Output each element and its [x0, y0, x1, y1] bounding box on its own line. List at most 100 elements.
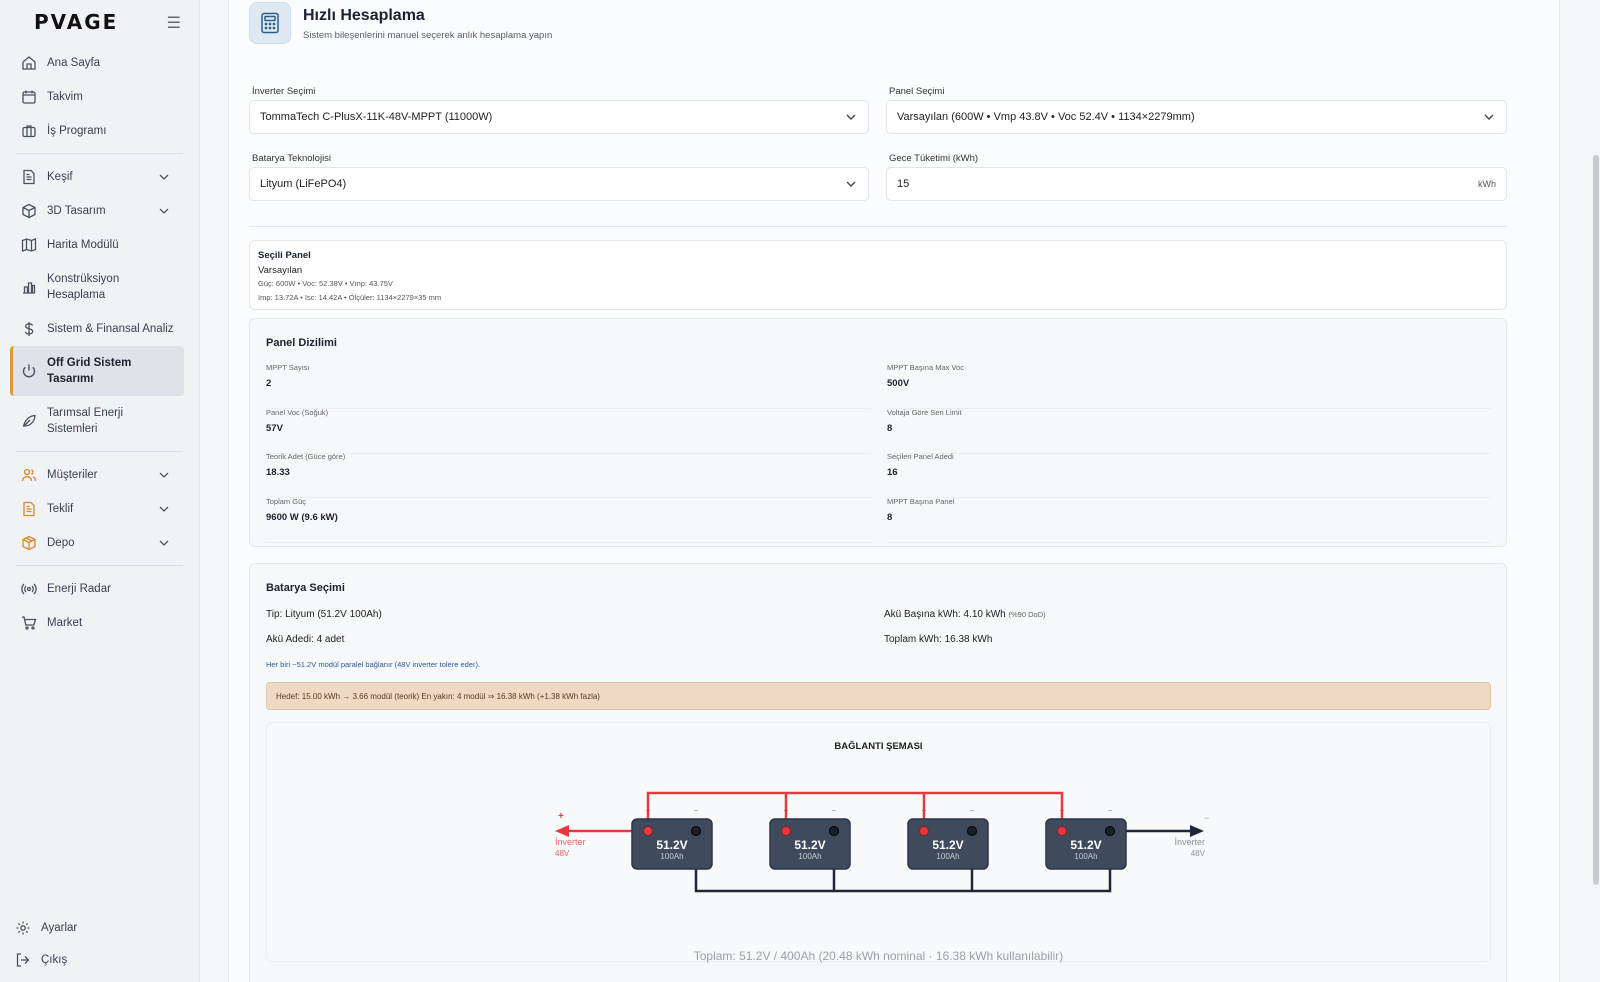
positive-terminal	[781, 826, 791, 836]
kv-value: 8	[887, 512, 893, 523]
selected-panel-title: Seçili Panel	[258, 250, 311, 261]
sidebar-item-market[interactable]: Market	[0, 606, 199, 640]
sidebar-item-agricultural-energy[interactable]: Tarımsal Enerji Sistemleri	[0, 396, 199, 446]
battery-total-kwh: Toplam kWh: 16.38 kWh	[884, 634, 992, 645]
sidebar-item-construction[interactable]: Konstrüksiyon Hesaplama	[0, 262, 199, 312]
kv-max-voc: MPPT Başına Max Voc 500V	[887, 363, 1492, 409]
page-title: Hızlı Hesaplama	[303, 7, 425, 24]
kv-value: 57V	[266, 423, 283, 434]
briefcase-icon	[20, 122, 38, 140]
dollar-icon	[20, 320, 38, 338]
sidebar-item-energy-radar[interactable]: Enerji Radar	[0, 572, 199, 606]
sidebar-item-label: Takvim	[47, 91, 83, 103]
kv-series-limit: Voltaja Göre Seri Limit 8	[887, 408, 1492, 454]
battery-type-value: Lityum (51.2V 100Ah)	[285, 609, 382, 620]
battery-capacity: 100Ah	[660, 852, 683, 861]
sidebar-item-work-program[interactable]: İş Programı	[0, 114, 199, 148]
kv-label: Panel Voc (Soğuk)	[266, 408, 329, 417]
map-icon	[20, 236, 38, 254]
kv-label: Seçilen Panel Adedi	[887, 452, 954, 461]
sidebar-item-label: Market	[47, 617, 83, 629]
kv-label: MPPT Başına Max Voc	[887, 363, 964, 372]
users-icon	[20, 466, 38, 484]
sidebar-item-customers[interactable]: Müşteriler	[0, 458, 199, 492]
sidebar-item-financial-analysis[interactable]: Sistem & Finansal Analiz	[0, 312, 199, 346]
kv-label: MPPT Sayısı	[266, 363, 310, 372]
sidebar-item-offgrid[interactable]: Off Grid Sistem Tasarımı	[10, 346, 184, 396]
kv-selected-count: Seçilen Panel Adedi 16	[887, 452, 1492, 498]
battery-total-label: Toplam kWh:	[884, 634, 942, 645]
divider	[16, 565, 183, 566]
cube-icon	[20, 202, 38, 220]
inverter-label-left: İnverter	[555, 837, 586, 847]
inverter-label-right: İnverter	[1174, 837, 1205, 847]
positive-terminal	[1057, 826, 1067, 836]
plus-sign: +	[784, 806, 789, 815]
logout-icon	[14, 951, 32, 969]
gear-icon	[14, 919, 32, 937]
panel-select[interactable]: Varsayılan (600W • Vmp 43.8V • Voc 52.4V…	[886, 100, 1507, 134]
sidebar-item-label: 3D Tasarım	[47, 205, 106, 217]
divider	[249, 226, 1507, 227]
battery-per-note: (%90 DoD)	[1008, 610, 1046, 619]
sidebar-item-label: Depo	[47, 537, 75, 549]
main-content: Hızlı Hesaplama Sistem bileşenlerini man…	[228, 0, 1600, 982]
battery-voltage: 51.2V	[656, 838, 687, 852]
kv-mppt-count: MPPT Sayısı 2	[266, 363, 871, 409]
night-consumption-value: 15	[897, 178, 910, 190]
sidebar-item-offer[interactable]: Teklif	[0, 492, 199, 526]
battery-parallel-note: Her biri ~51.2V modül paralel bağlanır (…	[266, 660, 481, 669]
selected-panel-card: Seçili Panel Varsayılan Güç: 600W • Voc:…	[249, 240, 1507, 310]
kv-value: 9600 W (9.6 kW)	[266, 512, 338, 523]
inverter-plus-sign: +	[558, 811, 564, 822]
scrollbar-track[interactable]	[1560, 0, 1600, 982]
scrollbar-thumb[interactable]	[1593, 155, 1599, 885]
inverter-select[interactable]: TommaTech C-PlusX-11K-48V-MPPT (11000W)	[249, 100, 869, 134]
sidebar-item-map-module[interactable]: Harita Modülü	[0, 228, 199, 262]
night-consumption-input[interactable]: 15 kWh	[886, 167, 1507, 201]
minus-sign: −	[970, 806, 975, 815]
battery-voltage: 51.2V	[932, 838, 963, 852]
radar-icon	[20, 580, 38, 598]
main-nav: Ana Sayfa Takvim İş Programı Keşif 3D Ta…	[0, 44, 199, 640]
home-icon	[20, 54, 38, 72]
battery-type-label: Tip:	[266, 609, 283, 620]
battery-per-value: 4.10 kWh	[963, 609, 1006, 620]
leaf-icon	[20, 412, 38, 430]
sidebar-item-discovery[interactable]: Keşif	[0, 160, 199, 194]
sidebar-item-3d-design[interactable]: 3D Tasarım	[0, 194, 199, 228]
battery-tech-value: Lityum (LiFePO4)	[260, 178, 347, 190]
battery-count-label: Akü Adedi:	[266, 634, 314, 645]
battery-tech-select[interactable]: Lityum (LiFePO4)	[249, 167, 869, 201]
app-logo[interactable]: PVAGE	[34, 10, 118, 34]
kv-value: 16	[887, 467, 898, 478]
file-text-icon	[20, 500, 38, 518]
minus-sign: −	[1108, 806, 1113, 815]
kv-label: Teorik Adet (Güce göre)	[266, 452, 346, 461]
battery-total-value: 16.38 kWh	[944, 634, 993, 645]
inverter-minus-sign: −	[1204, 813, 1209, 823]
selected-panel-name: Varsayılan	[258, 265, 303, 276]
night-consumption-label: Gece Tüketimi (kWh)	[889, 153, 979, 164]
sidebar-item-calendar[interactable]: Takvim	[0, 80, 199, 114]
battery-per-label: Akü Başına kWh:	[884, 609, 961, 620]
sidebar-item-settings[interactable]: Ayarlar	[0, 912, 200, 944]
kv-value: 2	[266, 378, 272, 389]
chevron-down-icon	[846, 178, 856, 190]
sidebar-item-warehouse[interactable]: Depo	[0, 526, 199, 560]
plus-sign: +	[922, 806, 927, 815]
negative-terminal	[829, 826, 839, 836]
building-chart-icon	[20, 278, 38, 296]
power-icon	[20, 362, 38, 380]
kv-value: 18.33	[266, 467, 290, 478]
battery-capacity: 100Ah	[1074, 852, 1097, 861]
battery-card: Batarya Seçimi Tip: Lityum (51.2V 100Ah)…	[249, 563, 1507, 982]
sidebar-item-logout[interactable]: Çıkış	[0, 944, 200, 976]
kv-panel-voc: Panel Voc (Soğuk) 57V	[266, 408, 871, 454]
page-subtitle: Sistem bileşenlerini manuel seçerek anlı…	[303, 30, 553, 41]
sidebar-item-home[interactable]: Ana Sayfa	[0, 46, 199, 80]
menu-toggle-icon[interactable]: ☰	[167, 13, 181, 33]
negative-terminal	[1105, 826, 1115, 836]
negative-terminal	[691, 826, 701, 836]
plus-sign: +	[1060, 806, 1065, 815]
